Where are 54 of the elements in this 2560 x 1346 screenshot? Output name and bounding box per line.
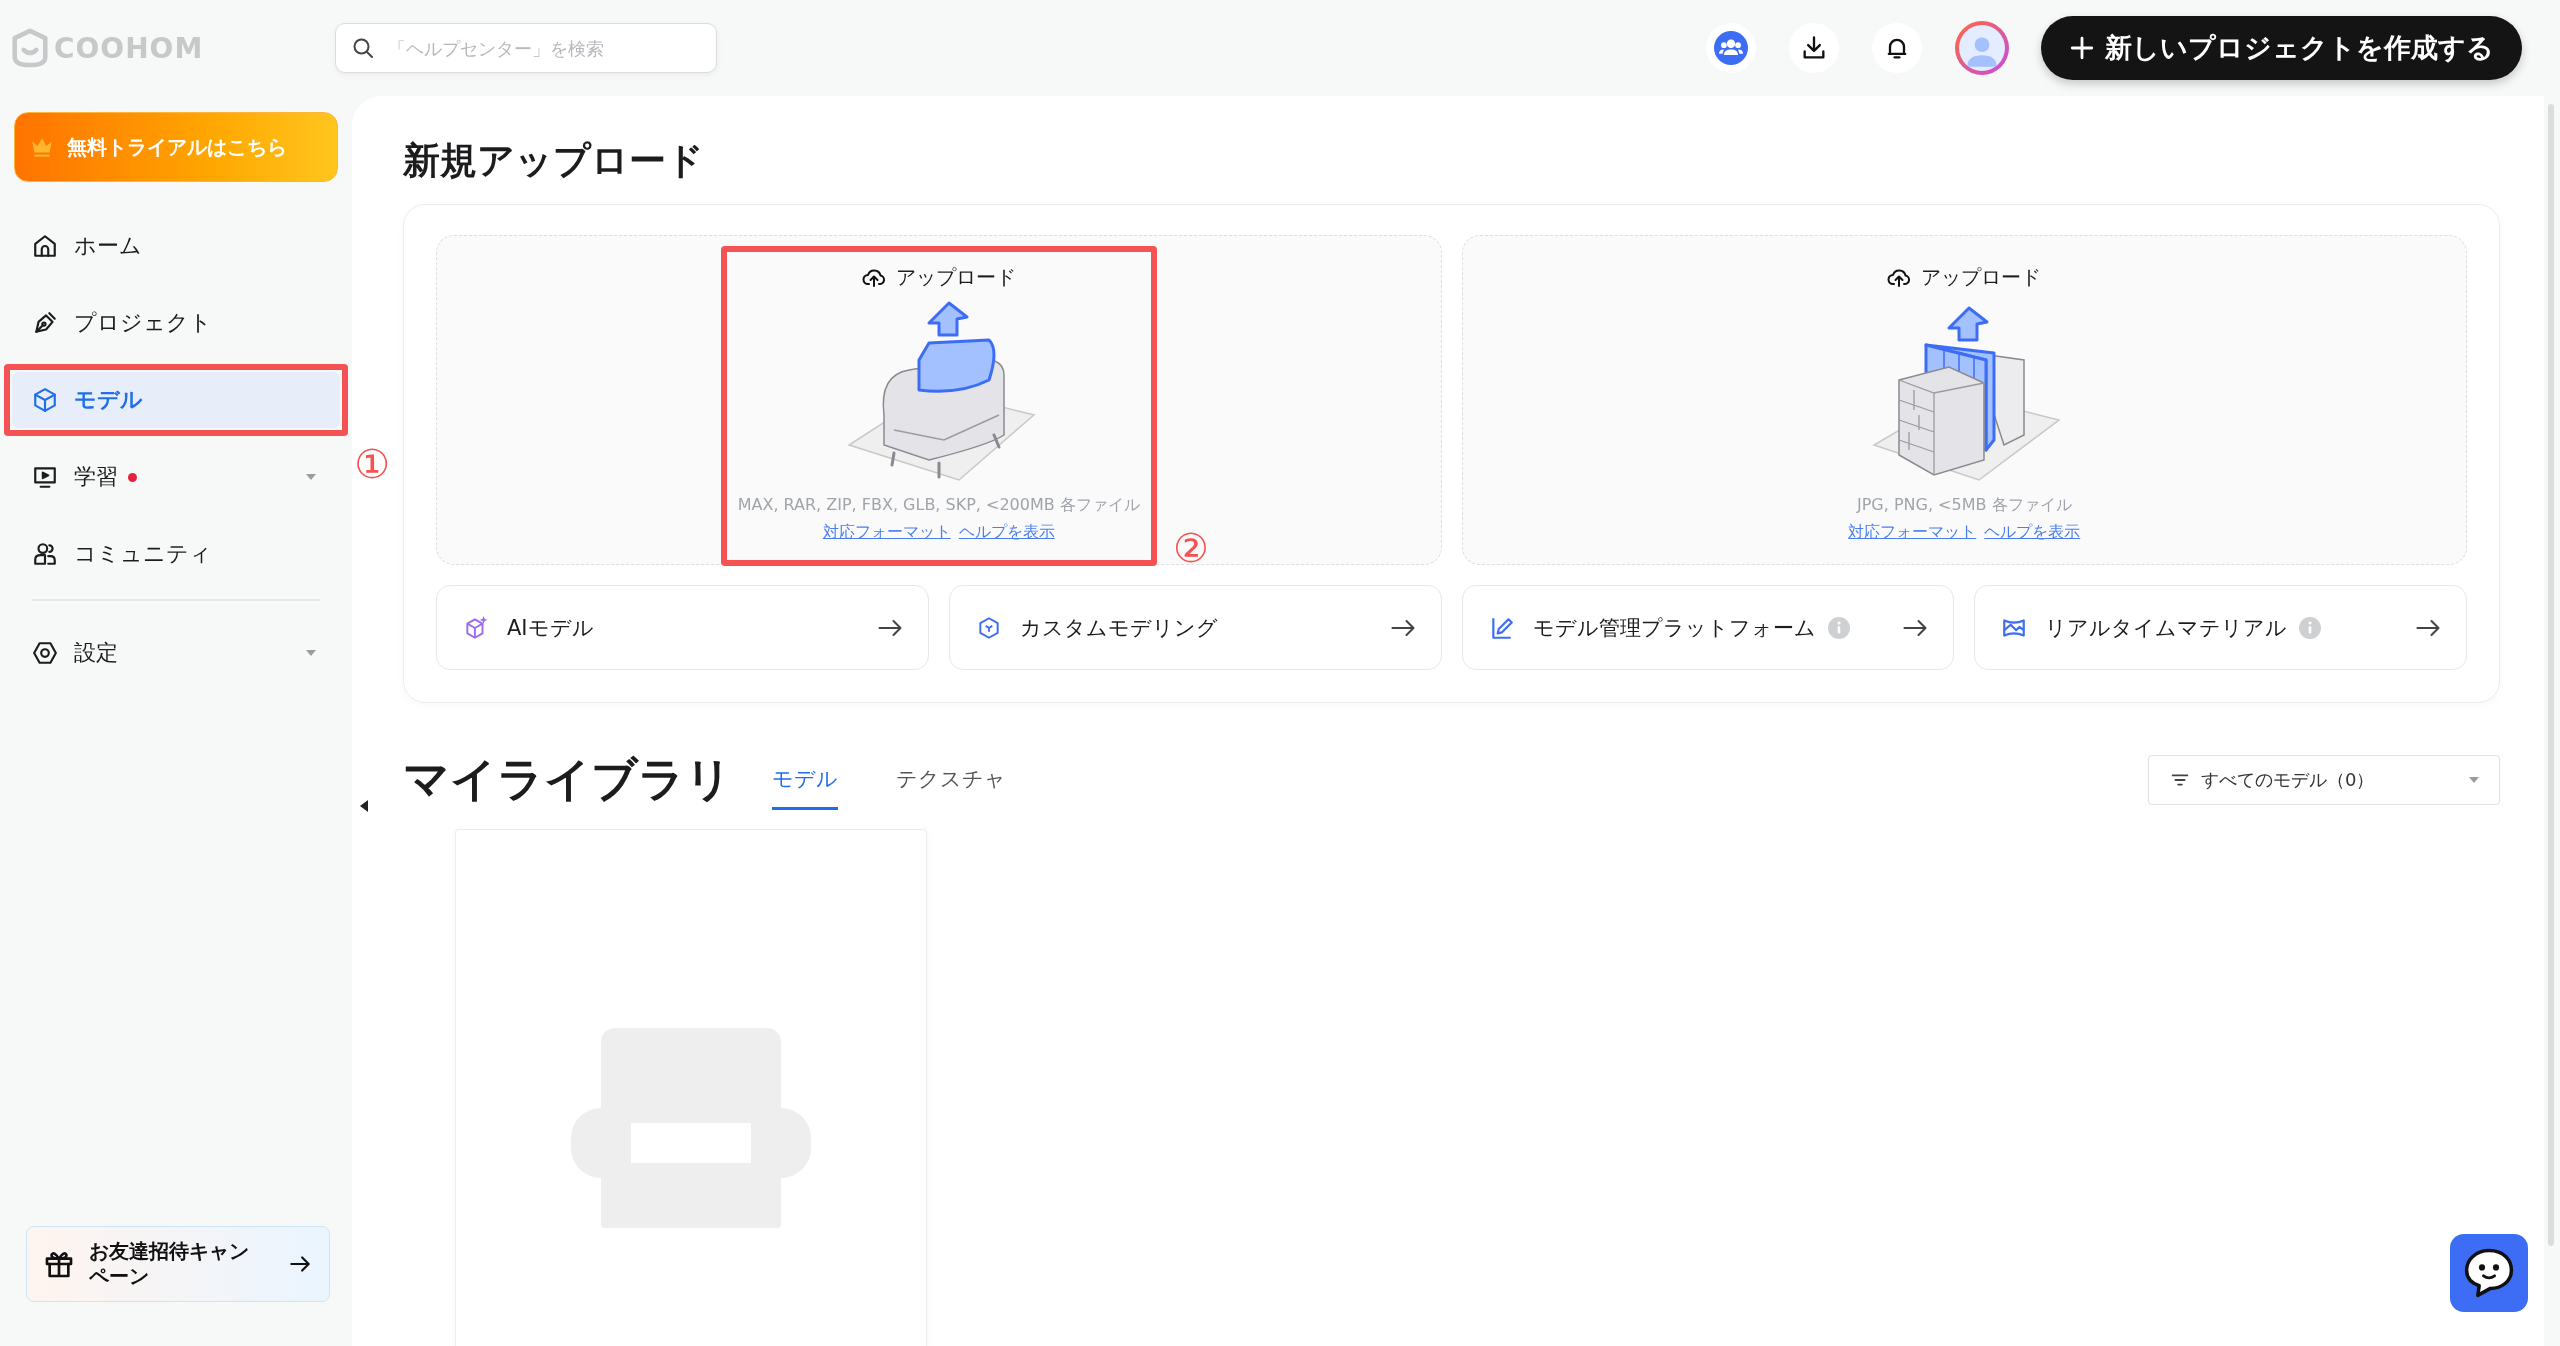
sidebar-item[interactable]: ホーム — [12, 218, 340, 274]
shortcut-card[interactable]: モデル管理プラットフォーム — [1461, 585, 1955, 670]
search-icon — [351, 36, 375, 60]
shield-logo-icon — [12, 28, 48, 68]
library-tab[interactable]: テクスチャ — [896, 750, 1006, 810]
info-icon — [2299, 616, 2322, 639]
people-icon — [1714, 31, 1748, 65]
help-link[interactable]: ヘルプを表示 — [1984, 522, 2081, 543]
download-button[interactable] — [1789, 23, 1839, 73]
info-icon — [1827, 616, 1850, 639]
format-link[interactable]: 対応フォーマット — [822, 522, 951, 543]
home-icon — [32, 233, 58, 259]
upload-dropzone[interactable]: アップロード MAX, RAR, ZIP, FBX, GLB, SKP, <200MB 各ファイル 対応フォーマット ヘルプを表示 ② — [436, 235, 1442, 565]
shortcut-card[interactable]: カスタムモデリング — [948, 585, 1442, 670]
sidebar-item[interactable]: 学習 — [12, 449, 340, 505]
create-project-button[interactable]: 新しいプロジェクトを作成する — [2041, 16, 2522, 80]
caret-left-icon — [360, 800, 368, 812]
plus-icon — [2069, 35, 2095, 61]
avatar[interactable] — [1955, 21, 2009, 75]
monitor-play-icon — [32, 464, 58, 490]
cube-icon — [32, 387, 58, 413]
shortcut-card[interactable]: AIモデル — [436, 585, 929, 670]
filter-dropdown[interactable]: すべてのモデル（0） — [2148, 755, 2500, 805]
shortcut-card[interactable]: リアルタイムマテリアル — [1974, 585, 2467, 670]
annotation-number: ① — [354, 444, 390, 484]
caret-icon — [306, 650, 316, 656]
search-field[interactable]: 「ヘルプセンター」を検索 — [335, 23, 717, 73]
notification-dot-icon — [128, 472, 137, 482]
sparkle-cube-icon — [463, 614, 489, 641]
pen-icon — [32, 310, 58, 336]
caret-icon — [2469, 777, 2479, 783]
library-tab[interactable]: モデル — [772, 750, 838, 810]
upload-label: アップロード — [895, 264, 1016, 291]
gear-icon — [32, 640, 58, 666]
sidebar-item[interactable]: プロジェクト — [12, 295, 340, 351]
upload-dropzone[interactable]: アップロード JPG, PNG, <5MB 各ファイル 対応フォーマット ヘルプを表示 — [1461, 235, 2467, 565]
caret-icon — [306, 474, 316, 480]
chat-button[interactable] — [2450, 1234, 2528, 1312]
annotation-number: ② — [1172, 528, 1209, 568]
file-format-text: JPG, PNG, <5MB 各ファイル — [1856, 495, 2072, 516]
format-link[interactable]: 対応フォーマット — [1848, 522, 1977, 543]
people-icon — [32, 541, 58, 567]
upload-label: アップロード — [1921, 264, 2042, 291]
sidebar-item[interactable]: コミュニティ — [12, 526, 340, 582]
sidebar-item[interactable]: モデル — [12, 372, 340, 428]
scrollbar[interactable] — [2548, 104, 2554, 1246]
file-format-text: MAX, RAR, ZIP, FBX, GLB, SKP, <200MB 各ファイル — [737, 495, 1140, 516]
section-title: マイライブラリ — [403, 751, 732, 808]
sidebar-item[interactable]: 設定 — [12, 625, 340, 681]
help-link[interactable]: ヘルプを表示 — [958, 522, 1055, 543]
section-title: 新規アップロード — [403, 138, 705, 184]
team-button[interactable] — [1706, 23, 1756, 73]
invite-campaign-button[interactable]: お友達招待キャンペーン — [26, 1226, 330, 1302]
notifications-button[interactable] — [1872, 23, 1922, 73]
